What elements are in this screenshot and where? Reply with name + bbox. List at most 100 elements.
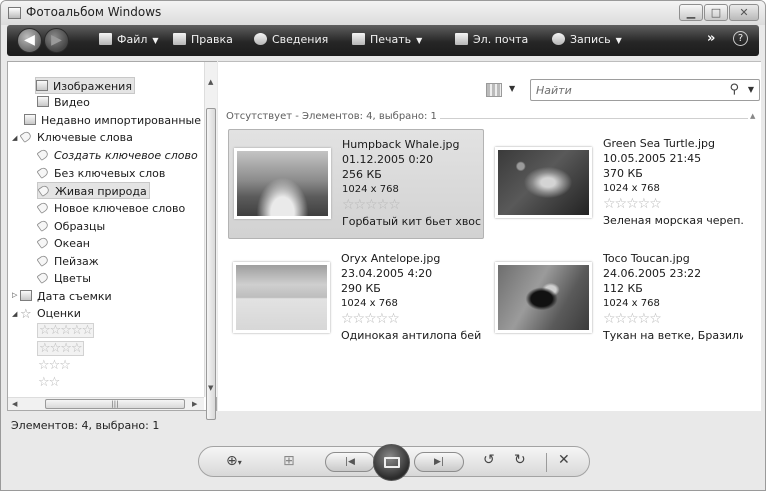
window-controls: ▁ □ ✕ xyxy=(678,4,759,21)
file-size: 112 КБ xyxy=(603,282,643,295)
maximize-button[interactable]: □ xyxy=(704,4,728,21)
tree-item-wildlife[interactable]: Живая природа xyxy=(37,182,150,199)
tree-item-tags[interactable]: Ключевые слова xyxy=(19,129,133,146)
tree-item-new-tag[interactable]: Новое ключевое слово xyxy=(36,200,186,217)
minimize-button[interactable]: ▁ xyxy=(679,4,703,21)
print-menu-label: Печать xyxy=(370,33,412,46)
collapse-arrow-icon[interactable]: ◢ xyxy=(12,134,17,142)
print-menu[interactable]: Печать ▼ xyxy=(352,33,422,46)
next-button[interactable]: ▶| xyxy=(414,452,464,472)
previous-button[interactable]: |◀ xyxy=(325,452,375,472)
scroll-right-arrow-icon[interactable]: ▶ xyxy=(192,400,197,408)
edit-menu-label: Правка xyxy=(191,33,233,46)
tag-icon xyxy=(19,130,33,143)
tree-item-recent[interactable]: Недавно импортированные xyxy=(24,112,201,129)
edit-menu[interactable]: Правка xyxy=(173,33,233,46)
delete-icon[interactable]: ✕ xyxy=(558,452,570,468)
disc-icon xyxy=(552,33,565,45)
rating-filter-4-stars[interactable]: ☆☆☆☆ xyxy=(37,341,84,356)
tag-icon xyxy=(36,254,50,267)
more-commands-button[interactable]: » xyxy=(707,31,715,46)
burn-menu[interactable]: Запись ▼ xyxy=(552,33,622,46)
previous-icon: |◀ xyxy=(345,457,355,467)
search-icon[interactable]: ⚲ xyxy=(729,82,739,97)
nav-horizontal-scrollbar[interactable]: ◀ ||| ▶ xyxy=(8,397,204,410)
group-header: Отсутствует - Элементов: 4, выбрано: 1 xyxy=(226,111,437,122)
search-dropdown-arrow-icon[interactable]: ▼ xyxy=(748,85,754,94)
file-name: Oryx Antelope.jpg xyxy=(341,252,441,265)
tree-item-images[interactable]: Изображения xyxy=(35,77,135,94)
info-menu[interactable]: Сведения xyxy=(254,33,328,46)
nav-scroll-thumb[interactable] xyxy=(206,108,216,420)
photo-item-green-sea-turtle[interactable]: Green Sea Turtle.jpg 10.05.2005 21:45 37… xyxy=(490,129,746,239)
images-icon xyxy=(36,80,48,91)
group-collapse-arrow-icon[interactable]: ▲ xyxy=(750,112,755,120)
rotate-clockwise-icon[interactable]: ↻ xyxy=(514,452,526,468)
search-box[interactable]: ⚲ ▼ xyxy=(530,79,760,101)
tree-item-video[interactable]: Видео xyxy=(37,94,90,111)
rating-stars[interactable]: ☆☆☆☆☆ xyxy=(341,311,481,328)
tree-item-samples[interactable]: Образцы xyxy=(36,218,106,235)
collapse-arrow-icon[interactable]: ◢ xyxy=(12,310,17,318)
slideshow-button[interactable] xyxy=(373,444,410,481)
dropdown-arrow-icon[interactable]: ▼ xyxy=(509,84,515,93)
tree-item-label: Образцы xyxy=(54,220,106,233)
email-menu[interactable]: Эл. почта xyxy=(455,33,528,46)
photo-item-humpback-whale[interactable]: Humpback Whale.jpg 01.12.2005 0:20 256 К… xyxy=(228,129,484,239)
tree-item-label: Новое ключевое слово xyxy=(54,202,186,215)
rating-filter-5-stars[interactable]: ☆☆☆☆☆ xyxy=(37,323,95,338)
star-icon: ☆ xyxy=(20,307,32,322)
actual-size-icon[interactable]: ⊞ xyxy=(283,453,295,469)
file-name: Green Sea Turtle.jpg xyxy=(603,137,715,150)
view-size-button[interactable] xyxy=(486,83,502,97)
file-size: 256 КБ xyxy=(342,168,382,181)
tree-item-ocean[interactable]: Океан xyxy=(36,235,90,252)
expand-arrow-icon[interactable]: ▷ xyxy=(12,291,17,299)
rating-stars[interactable]: ☆☆☆☆☆ xyxy=(603,196,743,213)
tree-item-label: Изображения xyxy=(53,80,132,93)
photo-item-toco-toucan[interactable]: Toco Toucan.jpg 24.06.2005 23:22 112 КБ … xyxy=(490,244,746,354)
tree-item-flowers[interactable]: Цветы xyxy=(36,270,91,287)
info-icon xyxy=(254,33,267,45)
forward-button[interactable]: ▶ xyxy=(44,28,69,53)
tree-item-no-tags[interactable]: Без ключевых слов xyxy=(36,165,165,182)
help-button[interactable]: ? xyxy=(733,31,748,46)
tree-item-label: Создать ключевое слово xyxy=(54,149,198,162)
nav-vertical-scrollbar[interactable]: ▲ ▼ xyxy=(204,62,217,420)
next-icon: ▶| xyxy=(434,457,444,467)
tree-item-date-taken[interactable]: Дата съемки xyxy=(20,288,112,305)
rating-filter-2-stars[interactable]: ☆☆ xyxy=(38,376,60,391)
photo-item-oryx-antelope[interactable]: Oryx Antelope.jpg 23.04.2005 4:20 290 КБ… xyxy=(228,244,484,354)
file-size: 290 КБ xyxy=(341,282,381,295)
nav-hscroll-thumb[interactable]: ||| xyxy=(45,399,185,409)
file-name: Humpback Whale.jpg xyxy=(342,138,460,151)
thumbnail-oryx-antelope[interactable] xyxy=(233,262,330,333)
close-button[interactable]: ✕ xyxy=(729,4,759,21)
zoom-icon[interactable]: ⊕▾ xyxy=(226,453,242,469)
search-input[interactable] xyxy=(536,82,721,98)
file-dimensions: 1024 x 768 xyxy=(603,183,660,194)
thumbnail-toco-toucan[interactable] xyxy=(495,262,592,333)
file-name: Toco Toucan.jpg xyxy=(603,252,690,265)
rating-stars[interactable]: ☆☆☆☆☆ xyxy=(603,311,743,328)
rating-stars[interactable]: ☆☆☆☆☆ xyxy=(342,197,482,214)
tree-item-create-tag[interactable]: Создать ключевое слово xyxy=(36,147,198,164)
controls-pill: ⊕▾ ⊞ |◀ ▶| ↺ ↻ ✕ xyxy=(198,444,590,481)
file-size: 370 КБ xyxy=(603,167,643,180)
rotate-counterclockwise-icon[interactable]: ↺ xyxy=(483,452,495,468)
tree-item-landscape[interactable]: Пейзаж xyxy=(36,253,99,270)
edit-icon xyxy=(173,33,186,45)
tree-item-label: Цветы xyxy=(54,272,91,285)
back-button[interactable]: ◀ xyxy=(17,28,42,53)
tag-icon xyxy=(36,271,50,284)
tree-item-ratings[interactable]: ☆ Оценки xyxy=(20,305,81,322)
scroll-left-arrow-icon[interactable]: ◀ xyxy=(12,400,17,408)
scroll-down-arrow-icon[interactable]: ▼ xyxy=(208,384,213,392)
arrow-right-icon: ▶ xyxy=(51,32,62,48)
thumbnail-green-sea-turtle[interactable] xyxy=(495,147,592,218)
thumbnail-humpback-whale[interactable] xyxy=(234,148,331,219)
file-menu[interactable]: Файл ▼ xyxy=(99,33,159,46)
arrow-left-icon: ◀ xyxy=(24,32,35,48)
rating-filter-3-stars[interactable]: ☆☆☆ xyxy=(38,359,71,374)
scroll-up-arrow-icon[interactable]: ▲ xyxy=(208,78,213,86)
